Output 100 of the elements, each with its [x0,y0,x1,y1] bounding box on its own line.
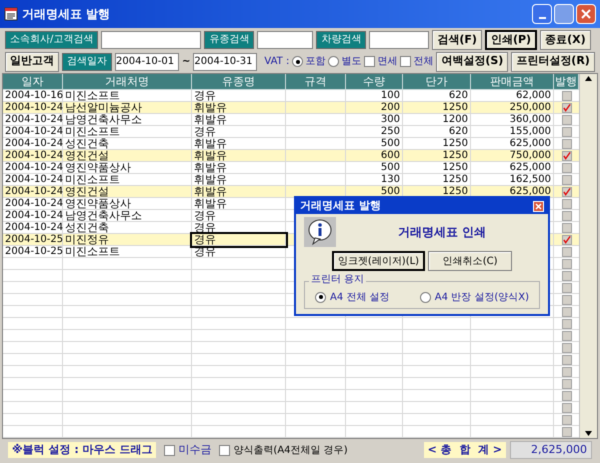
dialog-button[interactable]: 인쇄취소(C) [428,251,512,271]
group-label: 프린터 용지 [309,274,366,286]
issued-checkbox[interactable] [562,390,572,401]
issued-checkbox[interactable] [562,246,572,257]
column-header[interactable]: 유종명 [192,74,286,90]
radio-label: A4 전체 설정 [330,290,390,304]
toolbar-button[interactable]: 프린터설정(R) [511,52,595,72]
dialog-button[interactable]: 잉크젯(레이저)(L) [332,251,426,271]
vat-radio[interactable] [328,56,340,67]
toolbar-button[interactable]: 종료(X) [540,30,591,50]
total-label: < 총 합 계 > [424,442,506,458]
issued-checkbox[interactable] [562,414,572,425]
table-cell: 미진소프트 [63,246,192,258]
drag-hint: ※블럭 설정 : 마우스 드래그 [8,442,156,458]
table-row[interactable]: 2004-10-24 남영건축사무소 휘발유 300 1200 360,000 [3,114,579,126]
range-separator: ~ [182,55,190,69]
search-field[interactable] [257,30,314,49]
issued-checkbox[interactable] [562,126,572,137]
vat-label: VAT : [264,55,290,69]
paper-radio[interactable] [315,292,326,302]
table-row[interactable]: 2004-10-24 미진소프트 경유 250 620 155,000 [3,126,579,138]
table-cell: 2004-10-25 [3,246,63,258]
issued-checkbox[interactable] [562,354,572,365]
customer-button[interactable]: 일반고객 [5,52,59,72]
issued-checkbox[interactable] [562,198,572,209]
radio-label: A4 반장 설정(양식X) [434,290,529,304]
issued-checkbox[interactable] [562,318,572,329]
issued-checkbox[interactable] [562,342,572,353]
close-button[interactable] [533,200,544,212]
vat-radio[interactable] [292,56,304,67]
table-row[interactable]: 2004-10-16 미진소프트 경유 100 620 62,000 [3,90,579,102]
filter-checkbox[interactable] [364,56,376,67]
document-icon [4,7,18,21]
column-header[interactable]: 일자 [3,74,63,90]
column-header[interactable]: 거래처명 [63,74,192,90]
issued-checkbox[interactable] [562,162,572,173]
issued-checkbox[interactable] [562,150,572,161]
issued-checkbox[interactable] [562,210,572,221]
radio-label: 포함 [305,55,326,69]
maximize-button[interactable] [554,4,574,24]
minimize-button[interactable] [532,4,552,24]
total-value: 2,625,000 [510,440,592,460]
close-icon [581,9,591,19]
issued-checkbox[interactable] [562,282,572,293]
radio-label: 별도 [341,55,362,69]
table-row[interactable]: 2004-10-24 영진건설 휘발유 500 1250 625,000 [3,186,579,198]
issued-checkbox[interactable] [562,426,572,437]
issued-checkbox[interactable] [562,402,572,413]
search-field[interactable] [369,30,430,49]
issued-checkbox[interactable] [562,258,572,269]
issued-checkbox[interactable] [562,270,572,281]
column-header[interactable]: 판매금액 [471,74,554,90]
table-row[interactable]: 2004-10-24 성진건축 휘발유 500 1250 625,000 [3,138,579,150]
checkbox-label: 양식출력(A4전체일 경우) [233,444,348,458]
field-label: 소속회사/고객검색 [5,30,98,49]
footer-checkbox[interactable] [164,444,176,456]
issued-checkbox[interactable] [562,306,572,317]
issued-checkbox[interactable] [562,174,572,185]
date-field[interactable]: 2004-10-31 [193,52,258,70]
column-header[interactable]: 수량 [346,74,403,90]
scrollbar[interactable] [579,74,597,438]
issued-checkbox[interactable] [562,114,572,125]
paper-radio[interactable] [420,292,431,302]
column-header[interactable]: 발행 [554,74,579,90]
scroll-up-icon[interactable] [585,76,592,82]
issued-checkbox[interactable] [562,234,572,245]
close-icon [535,202,542,210]
toolbar-button[interactable]: 검색(F) [432,30,482,50]
table-row[interactable]: 2004-10-24 남선알미늄공사 휘발유 200 1250 250,000 [3,102,579,114]
checkbox-label: 면세 [377,55,398,69]
checkbox-label: 미수금 [178,442,212,458]
issued-checkbox[interactable] [562,378,572,389]
issued-checkbox[interactable] [562,330,572,341]
scroll-down-icon[interactable] [585,431,592,436]
footer-checkbox[interactable] [219,444,230,456]
field-label: 차량검색 [316,30,366,49]
column-header[interactable]: 규격 [286,74,346,90]
issued-checkbox[interactable] [562,90,572,101]
toolbar-button[interactable]: 인쇄(P) [484,30,538,50]
issued-checkbox[interactable] [562,222,572,233]
issued-checkbox[interactable] [562,102,572,113]
checkbox-label: 전체 [413,55,434,69]
window-title: 거래명세표 발행 [22,6,110,23]
search-field[interactable] [101,30,202,49]
close-button[interactable] [576,4,596,24]
table-row[interactable]: 2004-10-24 영진건설 휘발유 600 1250 750,000 [3,150,579,162]
issued-checkbox[interactable] [562,366,572,377]
issued-checkbox[interactable] [562,186,572,197]
date-field[interactable]: 2004-10-01 [115,52,179,70]
issued-checkbox[interactable] [562,294,572,305]
issued-checkbox[interactable] [562,138,572,149]
field-label: 검색일자 [62,52,112,70]
column-header[interactable]: 단가 [403,74,471,90]
table-row[interactable]: 2004-10-24 영진약품상사 휘발유 500 1250 625,000 [3,162,579,174]
table-cell: 경유 [192,234,286,246]
field-label: 유종검색 [204,30,254,49]
table-row[interactable]: 2004-10-24 미진소프트 휘발유 130 1250 162,500 [3,174,579,186]
filter-checkbox[interactable] [400,56,412,67]
toolbar-button[interactable]: 여백설정(S) [436,52,508,72]
info-icon [304,217,336,247]
